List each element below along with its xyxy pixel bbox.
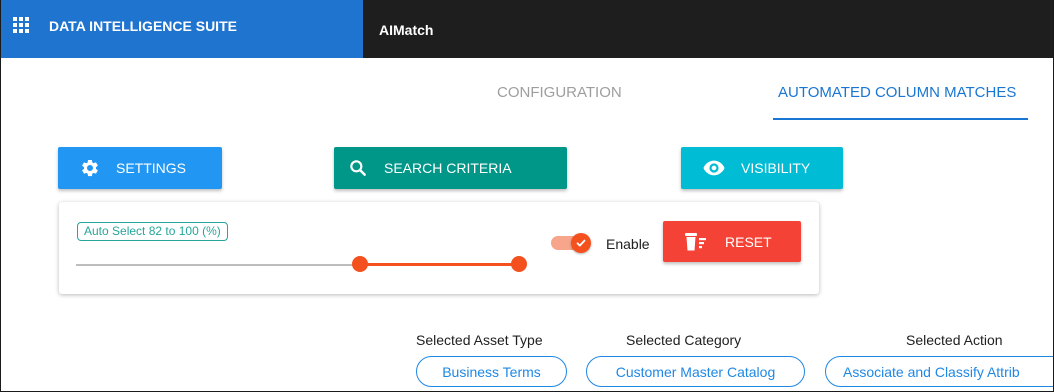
settings-label: SETTINGS (116, 160, 187, 176)
enable-toggle[interactable] (551, 233, 593, 253)
trash-sweep-icon (683, 232, 709, 252)
selected-category-label: Selected Category (626, 332, 742, 348)
gear-icon (80, 158, 100, 178)
selected-asset-type-label: Selected Asset Type (416, 332, 543, 348)
selected-action-label: Selected Action (906, 332, 1003, 348)
tab-automated-column-matches[interactable]: AUTOMATED COLUMN MATCHES (778, 84, 1016, 101)
app-name: AIMatch (379, 22, 434, 38)
slider-track[interactable] (76, 264, 360, 266)
toggle-knob (571, 233, 591, 253)
grid-apps-icon[interactable] (13, 17, 31, 35)
app-frame: DATA INTELLIGENCE SUITE AIMatch CONFIGUR… (0, 0, 1054, 392)
eye-icon (703, 159, 725, 177)
search-icon (348, 158, 368, 178)
check-icon (576, 239, 586, 247)
visibility-label: VISIBILITY (741, 160, 811, 176)
enable-label: Enable (606, 236, 650, 252)
visibility-button[interactable]: VISIBILITY (681, 147, 843, 189)
category-chip[interactable]: Customer Master Catalog (586, 356, 805, 387)
auto-select-range-label: Auto Select 82 to 100 (%) (77, 222, 228, 241)
slider-selected-range (360, 263, 519, 266)
settings-button[interactable]: SETTINGS (58, 147, 222, 189)
action-chip[interactable]: Associate and Classify Attrib (825, 356, 1053, 387)
brand-bar: DATA INTELLIGENCE SUITE (1, 0, 363, 58)
search-criteria-label: SEARCH CRITERIA (384, 160, 512, 176)
reset-button[interactable]: RESET (663, 221, 801, 262)
reset-label: RESET (725, 233, 772, 250)
suite-title: DATA INTELLIGENCE SUITE (49, 18, 237, 34)
tab-configuration[interactable]: CONFIGURATION (497, 84, 622, 101)
asset-type-chip[interactable]: Business Terms (416, 356, 567, 387)
slider-thumb-max[interactable] (511, 256, 527, 272)
slider-thumb-min[interactable] (352, 256, 368, 272)
top-header: DATA INTELLIGENCE SUITE AIMatch (1, 0, 1053, 58)
search-criteria-button[interactable]: SEARCH CRITERIA (334, 147, 567, 189)
active-tab-indicator (773, 118, 1028, 120)
